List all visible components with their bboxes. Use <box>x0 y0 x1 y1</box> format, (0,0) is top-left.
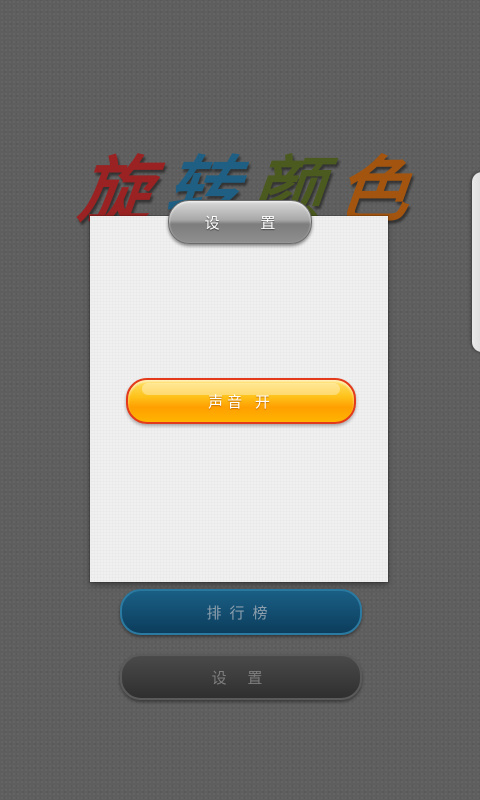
settings-menu-button: 设 置 <box>120 654 362 700</box>
leaderboard-button: 排行榜 <box>120 589 362 635</box>
side-drawer-handle[interactable] <box>472 172 480 352</box>
settings-dialog-title: 设 置 <box>168 200 312 244</box>
sound-toggle-button[interactable]: 声音 开 <box>126 378 356 424</box>
